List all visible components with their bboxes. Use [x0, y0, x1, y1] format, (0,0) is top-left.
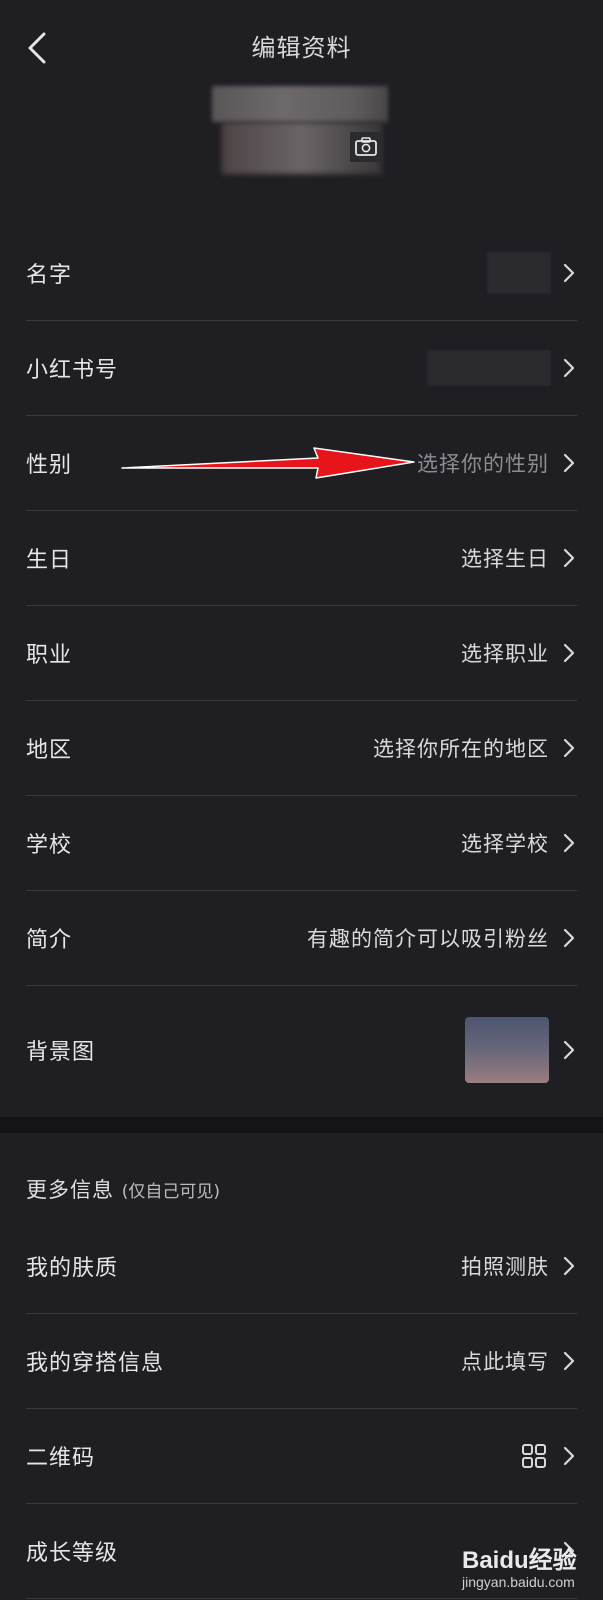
- row-value: 选择学校: [461, 831, 549, 856]
- watermark-url: jingyan.baidu.com: [462, 1574, 575, 1590]
- chevron-right-icon: [563, 358, 575, 377]
- row-skin-type[interactable]: 我的肤质 拍照测肤: [26, 1218, 577, 1314]
- row-label: 小红书号: [26, 357, 119, 383]
- row-label: 成长等级: [26, 1540, 119, 1566]
- row-value: 选择职业: [461, 641, 549, 666]
- watermark-text: Baidu经验: [462, 1547, 577, 1574]
- chevron-right-icon: [563, 453, 575, 472]
- row-outfit-info[interactable]: 我的穿搭信息 点此填写: [26, 1313, 577, 1409]
- more-info-subtitle: (仅自己可见): [121, 1182, 220, 1202]
- row-qr-code[interactable]: 二维码: [26, 1408, 577, 1504]
- row-value: 选择生日: [461, 546, 549, 571]
- chevron-right-icon: [563, 738, 575, 757]
- row-birthday[interactable]: 生日 选择生日: [26, 510, 577, 606]
- chevron-right-icon: [563, 1256, 575, 1275]
- row-label: 名字: [26, 262, 73, 288]
- row-occupation[interactable]: 职业 选择职业: [26, 605, 577, 701]
- chevron-right-icon: [563, 833, 575, 852]
- redacted-id: [427, 349, 551, 386]
- row-value: 选择你所在的地区: [373, 736, 549, 761]
- row-label: 性别: [26, 452, 73, 478]
- qr-code-icon: [522, 1443, 546, 1468]
- annotation-arrow: [121, 447, 415, 479]
- more-info-heading: 更多信息 (仅自己可见): [26, 1174, 220, 1204]
- more-info-title: 更多信息: [26, 1178, 114, 1202]
- baidu-watermark: Baidu经验 jingyan.baidu.com: [452, 1536, 602, 1598]
- row-name[interactable]: 名字: [26, 225, 577, 321]
- row-bio[interactable]: 简介 有趣的简介可以吸引粉丝: [26, 890, 577, 986]
- row-label: 生日: [26, 547, 73, 573]
- avatar[interactable]: [212, 86, 388, 176]
- row-value: 拍照测肤: [461, 1254, 549, 1279]
- chevron-right-icon: [563, 263, 575, 282]
- chevron-right-icon: [563, 928, 575, 947]
- row-label: 职业: [26, 642, 73, 668]
- row-label: 我的穿搭信息: [26, 1350, 165, 1376]
- row-label: 地区: [26, 737, 73, 763]
- section-divider: [0, 1117, 603, 1133]
- row-label: 我的肤质: [26, 1255, 119, 1281]
- camera-icon[interactable]: [350, 132, 382, 162]
- row-background-image[interactable]: 背景图: [26, 985, 577, 1115]
- row-value: 有趣的简介可以吸引粉丝: [307, 926, 549, 951]
- page-title: 编辑资料: [251, 34, 352, 62]
- chevron-right-icon: [563, 1351, 575, 1370]
- row-value: 选择你的性别: [417, 451, 549, 476]
- row-region[interactable]: 地区 选择你所在的地区: [26, 700, 577, 796]
- row-label: 学校: [26, 832, 73, 858]
- chevron-right-icon: [563, 1040, 575, 1060]
- row-value: 点此填写: [461, 1349, 549, 1374]
- background-thumbnail: [465, 1017, 549, 1083]
- redacted-name: [487, 251, 551, 294]
- row-label: 二维码: [26, 1445, 96, 1471]
- row-label: 背景图: [26, 1040, 96, 1065]
- row-redbook-id[interactable]: 小红书号: [26, 320, 577, 416]
- chevron-right-icon: [563, 1446, 575, 1465]
- avatar-image-top: [212, 86, 388, 122]
- chevron-right-icon: [563, 548, 575, 567]
- header: 编辑资料: [0, 0, 603, 96]
- row-label: 简介: [26, 927, 73, 953]
- row-school[interactable]: 学校 选择学校: [26, 795, 577, 891]
- chevron-right-icon: [563, 643, 575, 662]
